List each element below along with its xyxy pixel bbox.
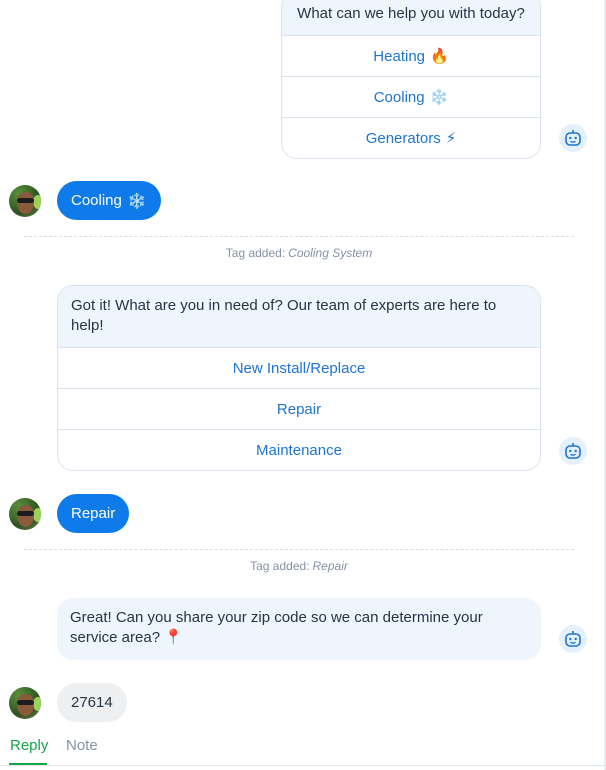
tag-added-repair: Tag added: Repair [0,559,598,573]
fire-icon: 🔥 [430,47,449,65]
lightning-icon: ⚡ [445,129,457,147]
robot-icon [559,124,587,152]
bot-message-text: What can we help you with today? [282,0,540,35]
composer-divider [0,765,606,766]
tab-note[interactable]: Note [66,737,98,754]
bot-card-need: Got it! What are you in need of? Our tea… [57,285,541,471]
option-generators[interactable]: Generators ⚡ [282,117,540,158]
tag-value: Repair [312,559,348,573]
user-message-text: Repair [71,505,116,522]
option-label: Cooling [373,88,425,106]
option-heating[interactable]: Heating 🔥 [282,35,540,76]
option-label: Generators [365,129,441,147]
bot-message-zip: Great! Can you share your zip code so we… [57,598,541,660]
option-label: Heating [373,47,425,65]
bot-message-text: Got it! What are you in need of? Our tea… [58,286,540,347]
user-message-repair: Repair [57,494,130,533]
option-label: Maintenance [256,441,342,459]
option-maintenance[interactable]: Maintenance [58,429,540,470]
option-new-install[interactable]: New Install/Replace [58,347,540,388]
tag-prefix: Tag added: [250,559,310,573]
robot-icon [559,625,587,653]
bot-message-text: Great! Can you share your zip code so we… [70,609,483,646]
tab-reply[interactable]: Reply [10,737,48,754]
option-cooling[interactable]: Cooling ❄️ [282,76,540,117]
user-message-zip: 27614 [57,683,127,722]
option-label: Repair [276,400,322,418]
option-repair[interactable]: Repair [58,388,540,429]
bot-card-service-type: What can we help you with today? Heating… [281,0,541,159]
tag-prefix: Tag added: [225,246,286,260]
option-label: New Install/Replace [232,359,366,377]
user-avatar [9,687,41,719]
tag-divider [24,236,574,237]
robot-icon [559,437,587,465]
user-avatar [9,498,41,530]
user-message-text: Cooling [71,192,122,209]
snowflake-icon: ❄️ [127,191,147,210]
user-avatar [9,185,41,217]
tag-value: Cooling System [288,246,373,260]
snowflake-icon: ❄️ [429,88,449,106]
user-message-cooling: Cooling ❄️ [57,181,161,220]
tag-divider [24,549,574,550]
user-message-text: 27614 [71,694,113,711]
tag-added-cooling: Tag added: Cooling System [0,246,598,260]
